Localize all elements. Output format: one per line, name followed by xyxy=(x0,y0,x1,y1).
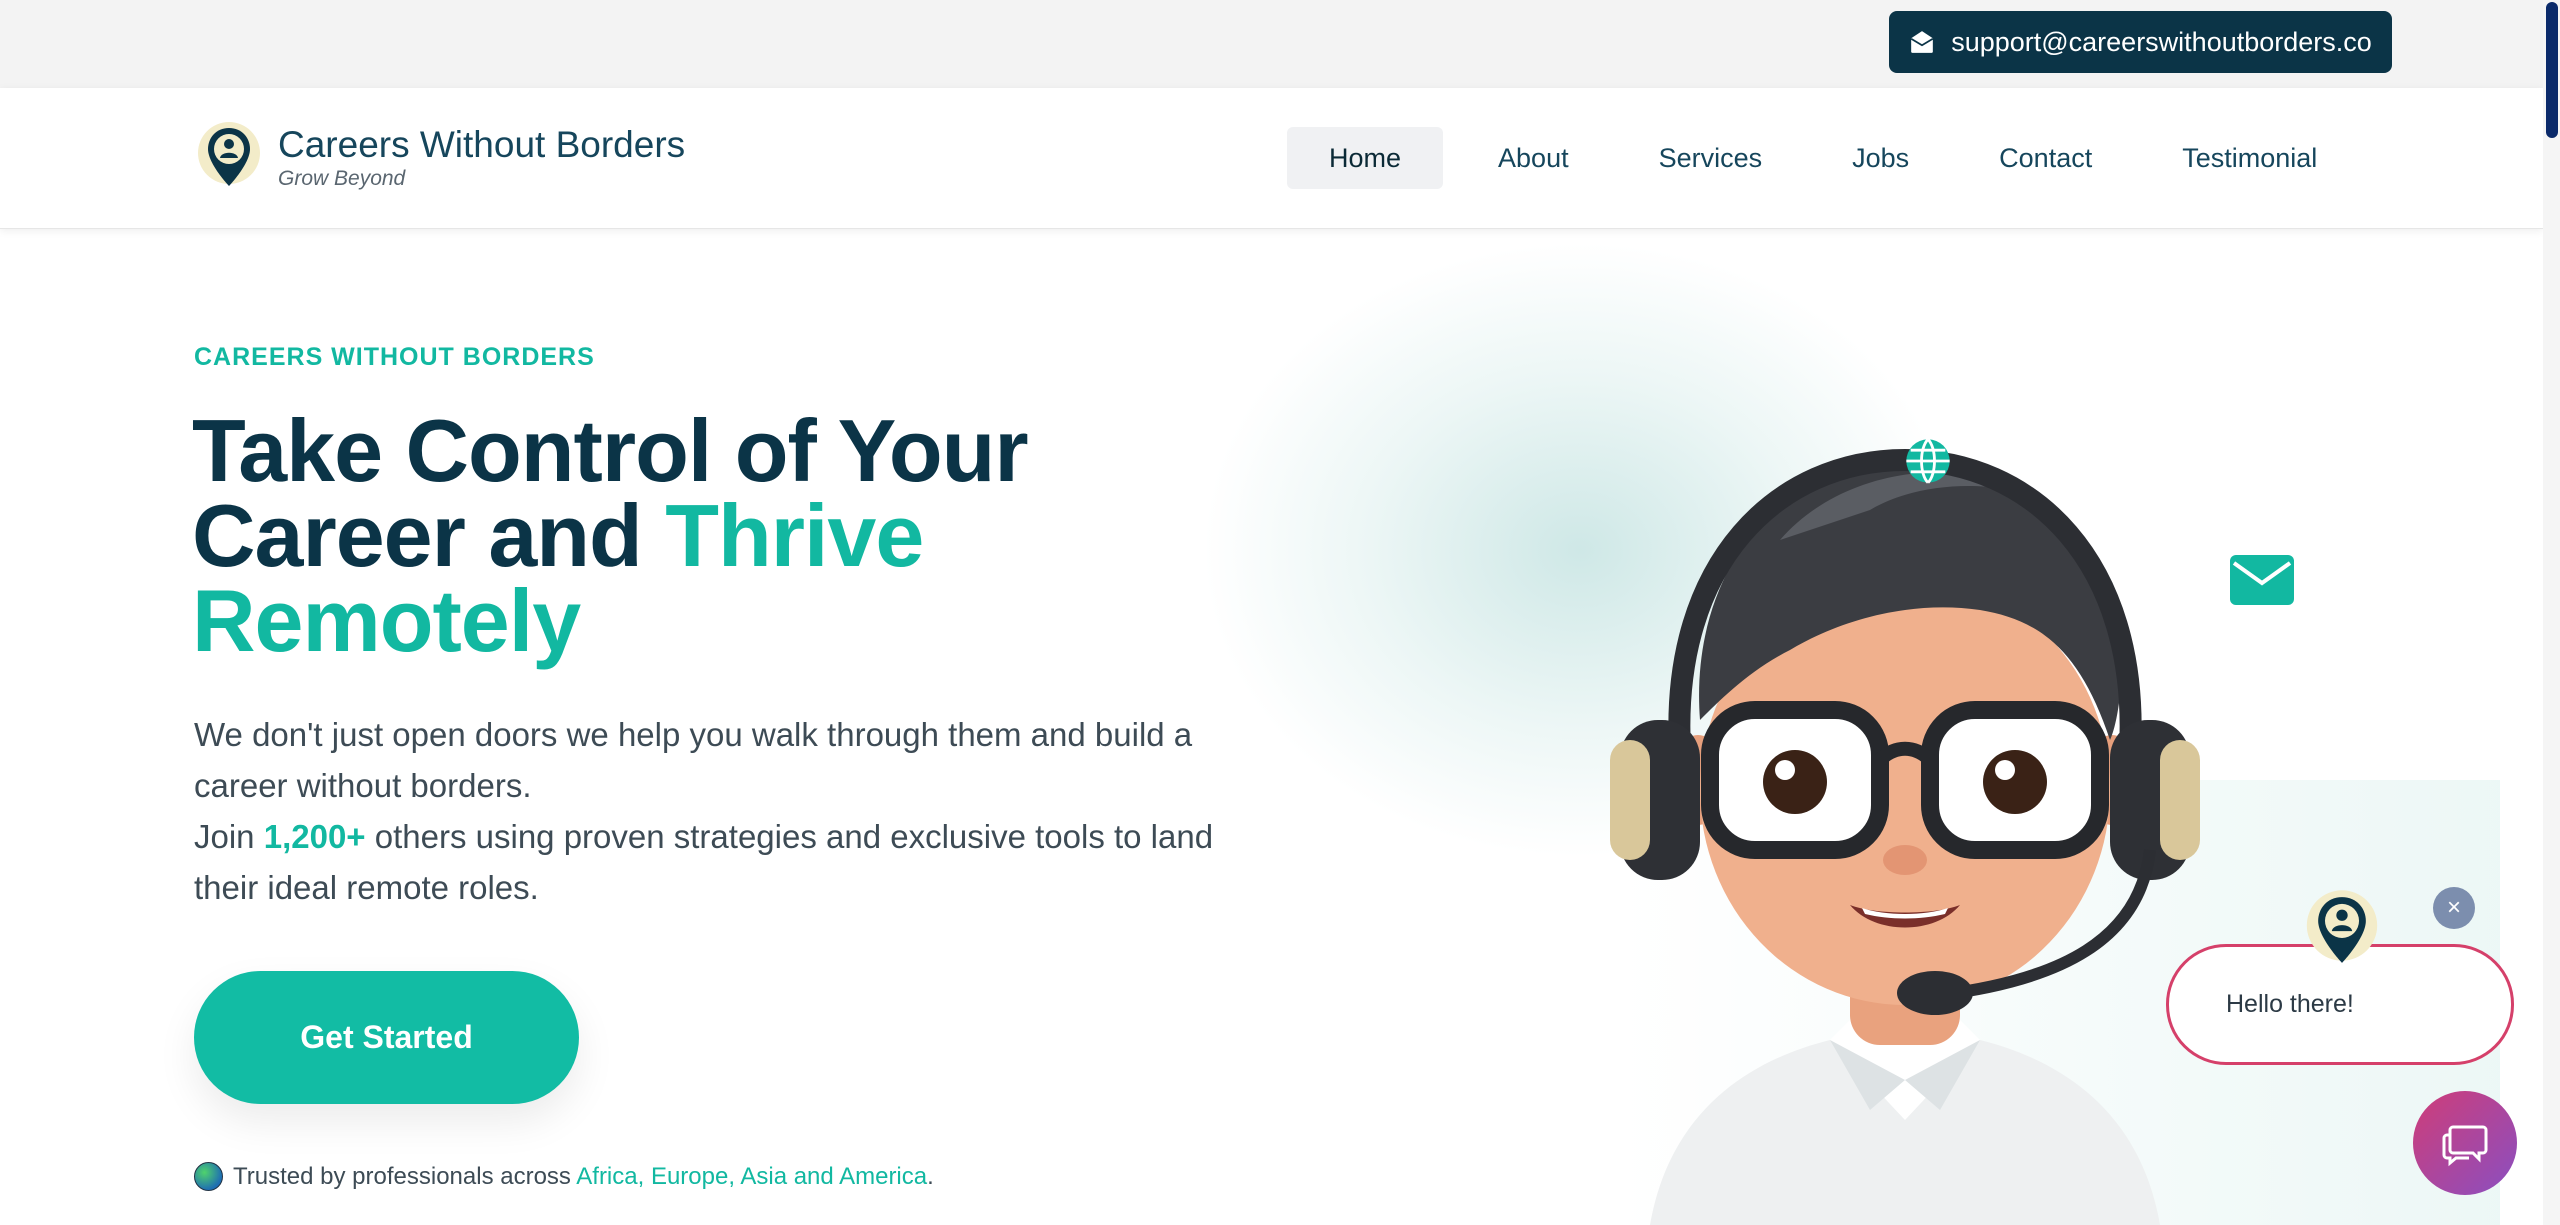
trust-regions: Africa, Europe, Asia and America xyxy=(576,1162,928,1190)
page-scrollbar[interactable] xyxy=(2543,0,2560,1225)
support-email-text: support@careerswithoutborders.co xyxy=(1951,26,2372,57)
join-prefix: Join xyxy=(194,818,264,855)
site-header: Careers Without Borders Grow Beyond Home… xyxy=(0,88,2543,229)
main-nav: Home About Services Jobs Contact Testimo… xyxy=(1287,127,2372,189)
chat-logo-icon xyxy=(2306,890,2378,963)
hero-description: We don't just open doors we help you wal… xyxy=(194,709,1214,913)
trust-line: Trusted by professionals across Africa, … xyxy=(194,1162,934,1191)
scrollbar-thumb[interactable] xyxy=(2546,2,2558,138)
trust-prefix: Trusted by professionals across xyxy=(233,1162,577,1190)
brand-name[interactable]: Careers Without Borders xyxy=(278,124,685,166)
support-agent-avatar xyxy=(1610,448,2200,1225)
nav-jobs[interactable]: Jobs xyxy=(1817,127,1944,189)
top-bar: support@careerswithoutborders.co xyxy=(0,0,2543,88)
nav-services[interactable]: Services xyxy=(1624,127,1798,189)
chat-launcher-button[interactable] xyxy=(2413,1091,2517,1195)
hero-desc-line1: We don't just open doors we help you wal… xyxy=(194,716,1193,804)
member-count: 1,200+ xyxy=(263,818,366,855)
chat-close-button[interactable]: × xyxy=(2433,887,2475,929)
nav-home[interactable]: Home xyxy=(1287,127,1444,189)
support-email-button[interactable]: support@careerswithoutborders.co xyxy=(1889,11,2392,73)
chat-bubbles-icon xyxy=(2442,1125,2488,1167)
trust-suffix: . xyxy=(927,1162,934,1190)
chat-greeting-text: Hello there! xyxy=(2226,990,2354,1018)
hero-desc-line2: Join 1,200+ others using proven strategi… xyxy=(194,811,1214,913)
nav-about[interactable]: About xyxy=(1463,127,1604,189)
hero-title: Take Control of Your Career and Thrive R… xyxy=(192,407,1192,665)
earth-icon xyxy=(194,1162,223,1191)
envelope-open-icon xyxy=(1910,31,1934,53)
logo-icon[interactable] xyxy=(194,120,264,194)
get-started-button[interactable]: Get Started xyxy=(194,971,579,1104)
mail-icon xyxy=(2230,555,2294,605)
globe-icon xyxy=(1906,438,1950,484)
brand-tagline: Grow Beyond xyxy=(278,167,406,190)
nav-contact[interactable]: Contact xyxy=(1964,127,2127,189)
hero-eyebrow: CAREERS WITHOUT BORDERS xyxy=(194,343,595,371)
nav-testimonial[interactable]: Testimonial xyxy=(2147,127,2352,189)
